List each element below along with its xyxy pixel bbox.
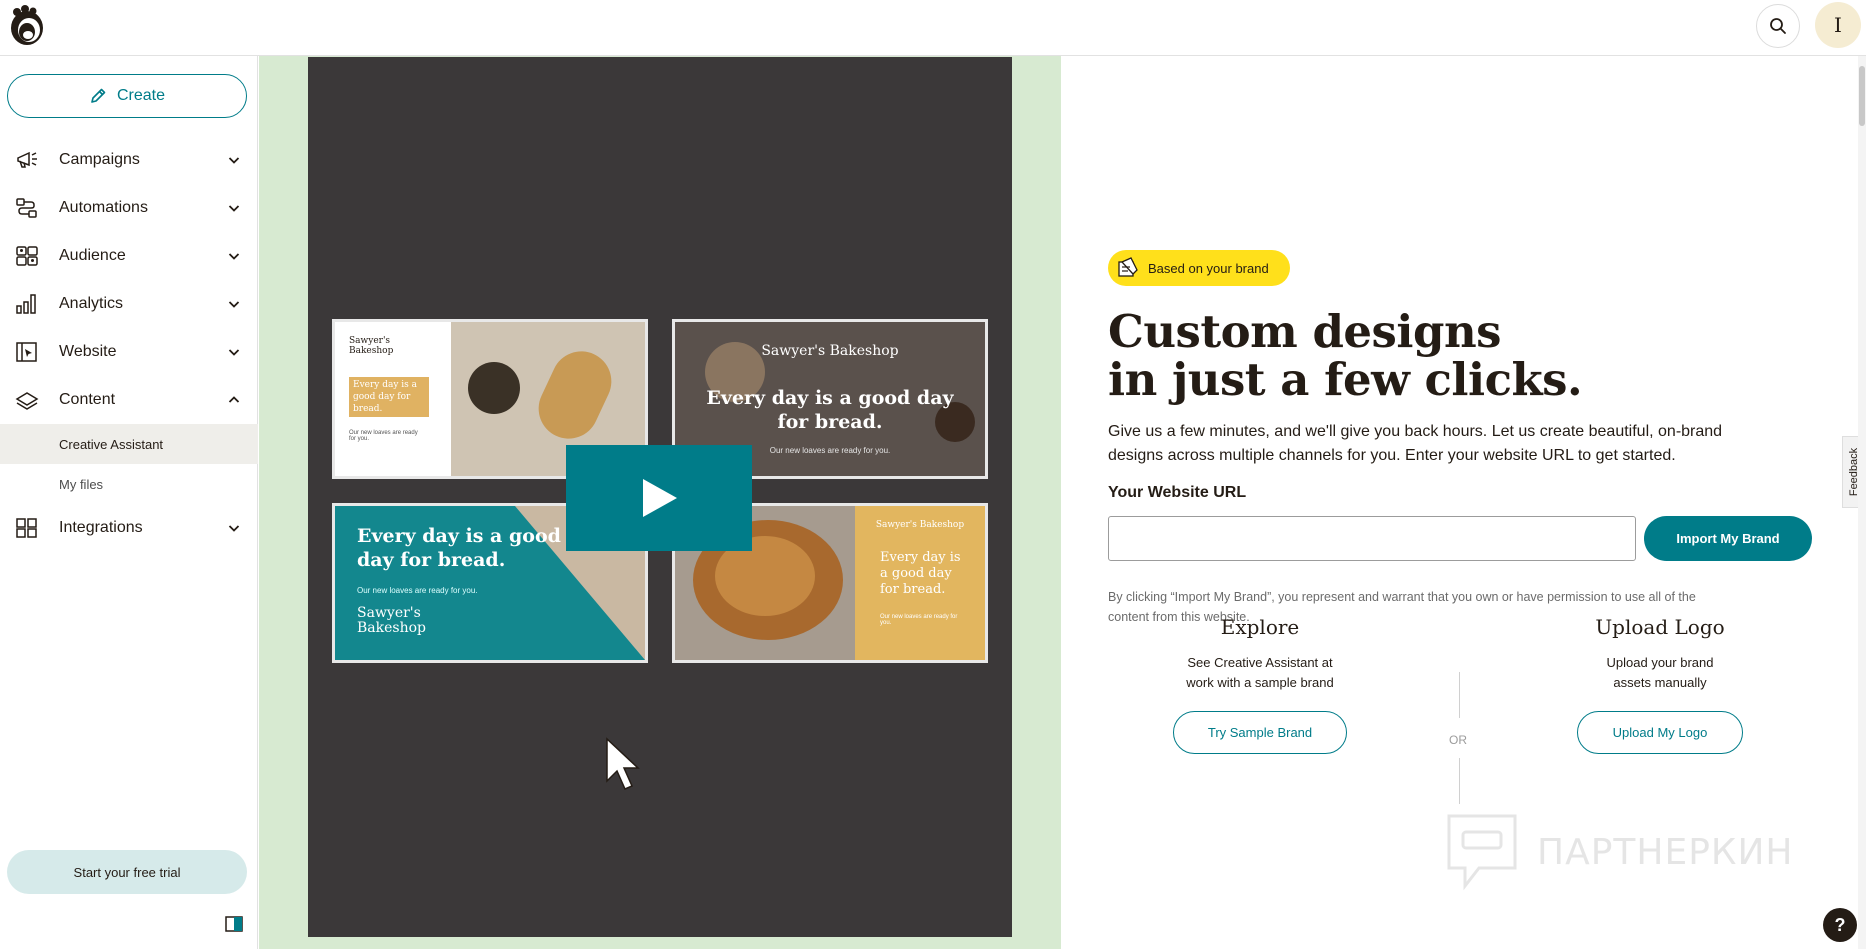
upload-description: Upload your brand assets manually <box>1606 655 1714 690</box>
sidebar: Create Campaigns Automations Audience An… <box>0 56 258 949</box>
tile-brand: Sawyer's Bakeshop <box>875 520 965 530</box>
scrollbar-track[interactable] <box>1858 56 1866 949</box>
nav-item-website[interactable]: Website <box>0 328 258 376</box>
collapse-sidebar-icon[interactable] <box>225 916 243 932</box>
upload-title: Upload Logo <box>1595 615 1725 639</box>
chevron-up-icon <box>228 396 240 403</box>
or-divider-label: OR <box>1449 733 1467 747</box>
nav-item-integrations[interactable]: Integrations <box>0 504 258 552</box>
chevron-down-icon <box>228 253 240 260</box>
tile-subtext: Our new loaves are ready for you. <box>357 586 478 595</box>
website-url-input[interactable] <box>1108 516 1636 561</box>
badge-label: Based on your brand <box>1148 260 1269 276</box>
nav-label-website: Website <box>59 343 117 360</box>
tile-subtext: Our new loaves are ready for you. <box>349 430 418 442</box>
grid-icon <box>14 515 40 541</box>
nav-item-campaigns[interactable]: Campaigns <box>0 136 258 184</box>
pencil-icon <box>91 88 106 103</box>
search-icon <box>1770 18 1786 34</box>
nav-label-campaigns: Campaigns <box>59 151 140 168</box>
help-button[interactable]: ? <box>1823 908 1857 942</box>
headline-line-1: Custom designs <box>1108 305 1502 358</box>
chevron-down-icon <box>228 205 240 212</box>
megaphone-icon <box>14 147 40 173</box>
nav-label-audience: Audience <box>59 247 126 264</box>
headline-line-2: in just a few clicks. <box>1108 353 1583 406</box>
explore-description: See Creative Assistant at work with a sa… <box>1186 655 1334 690</box>
try-sample-brand-button[interactable]: Try Sample Brand <box>1173 711 1347 754</box>
tile-headline: Every day is a good day for bread. <box>349 377 429 417</box>
nav-label-automations: Automations <box>59 199 148 216</box>
main-nav: Campaigns Automations Audience Analytics <box>0 136 258 552</box>
watermark-logo-icon <box>1447 814 1517 891</box>
nav-item-content[interactable]: Content <box>0 376 258 424</box>
create-button[interactable]: Create <box>7 74 247 118</box>
url-field-label: Your Website URL <box>1108 484 1247 501</box>
cursor-icon <box>606 737 640 790</box>
search-button[interactable] <box>1756 4 1800 48</box>
subnav-label: My files <box>59 476 104 492</box>
import-my-brand-button[interactable]: Import My Brand <box>1644 516 1812 561</box>
subnav-item-my-files[interactable]: My files <box>0 464 258 504</box>
explore-option: Explore See Creative Assistant at work w… <box>1160 615 1360 754</box>
nav-label-integrations: Integrations <box>59 519 143 536</box>
top-bar: I <box>0 0 1866 56</box>
tile-headline: Every day is a good day for bread. <box>357 525 561 571</box>
nav-label-content: Content <box>59 391 116 408</box>
upload-option: Upload Logo Upload your brand assets man… <box>1560 615 1760 754</box>
tile-subtext: Our new loaves are ready for you. <box>880 614 958 626</box>
play-button[interactable] <box>566 445 752 551</box>
create-label: Create <box>116 87 166 104</box>
video-player[interactable]: Sawyer's Bakeshop Every day is a good da… <box>308 57 1012 937</box>
page-description: Give us a few minutes, and we'll give yo… <box>1108 423 1723 464</box>
chevron-down-icon <box>228 349 240 356</box>
tile-brand: Sawyer's Bakeshop <box>349 336 394 356</box>
watermark-text: ПАРТНЕРКИН <box>1537 831 1794 873</box>
scrollbar-thumb[interactable] <box>1859 66 1865 126</box>
option-divider-top <box>1459 672 1460 718</box>
brand-kit-icon <box>1118 257 1138 277</box>
nav-item-audience[interactable]: Audience <box>0 232 258 280</box>
explore-title: Explore <box>1220 615 1300 639</box>
tile-brand: Sawyer's Bakeshop <box>357 605 426 636</box>
watermark: ПАРТНЕРКИН <box>1445 812 1793 892</box>
option-divider-bottom <box>1459 758 1460 804</box>
automations-icon <box>14 195 40 221</box>
audience-icon <box>14 243 40 269</box>
brand-badge: Based on your brand <box>1108 250 1290 286</box>
freddie-logo-icon[interactable] <box>6 4 48 50</box>
subnav-label: Creative Assistant <box>59 436 164 452</box>
page-title: Custom designs in just a few clicks. <box>1108 305 1583 406</box>
tile-headline: Every day is a good day for bread. <box>880 550 961 597</box>
upload-my-logo-button[interactable]: Upload My Logo <box>1577 711 1743 754</box>
nav-label-analytics: Analytics <box>59 295 124 312</box>
bar-chart-icon <box>14 291 40 317</box>
tile-brand: Sawyer's Bakeshop <box>761 343 899 359</box>
play-icon <box>643 479 677 517</box>
nav-item-automations[interactable]: Automations <box>0 184 258 232</box>
chevron-down-icon <box>228 525 240 532</box>
website-icon <box>14 339 40 365</box>
video-frame: Sawyer's Bakeshop Every day is a good da… <box>259 56 1061 949</box>
subnav-item-creative-assistant[interactable]: Creative Assistant <box>0 424 258 464</box>
chevron-down-icon <box>228 301 240 308</box>
tile-headline: Every day is a good day for bread. <box>706 387 954 433</box>
chevron-down-icon <box>228 157 240 164</box>
start-free-trial-button[interactable]: Start your free trial <box>7 850 247 894</box>
nav-item-analytics[interactable]: Analytics <box>0 280 258 328</box>
content-icon <box>14 387 40 413</box>
user-avatar[interactable]: I <box>1815 2 1861 48</box>
